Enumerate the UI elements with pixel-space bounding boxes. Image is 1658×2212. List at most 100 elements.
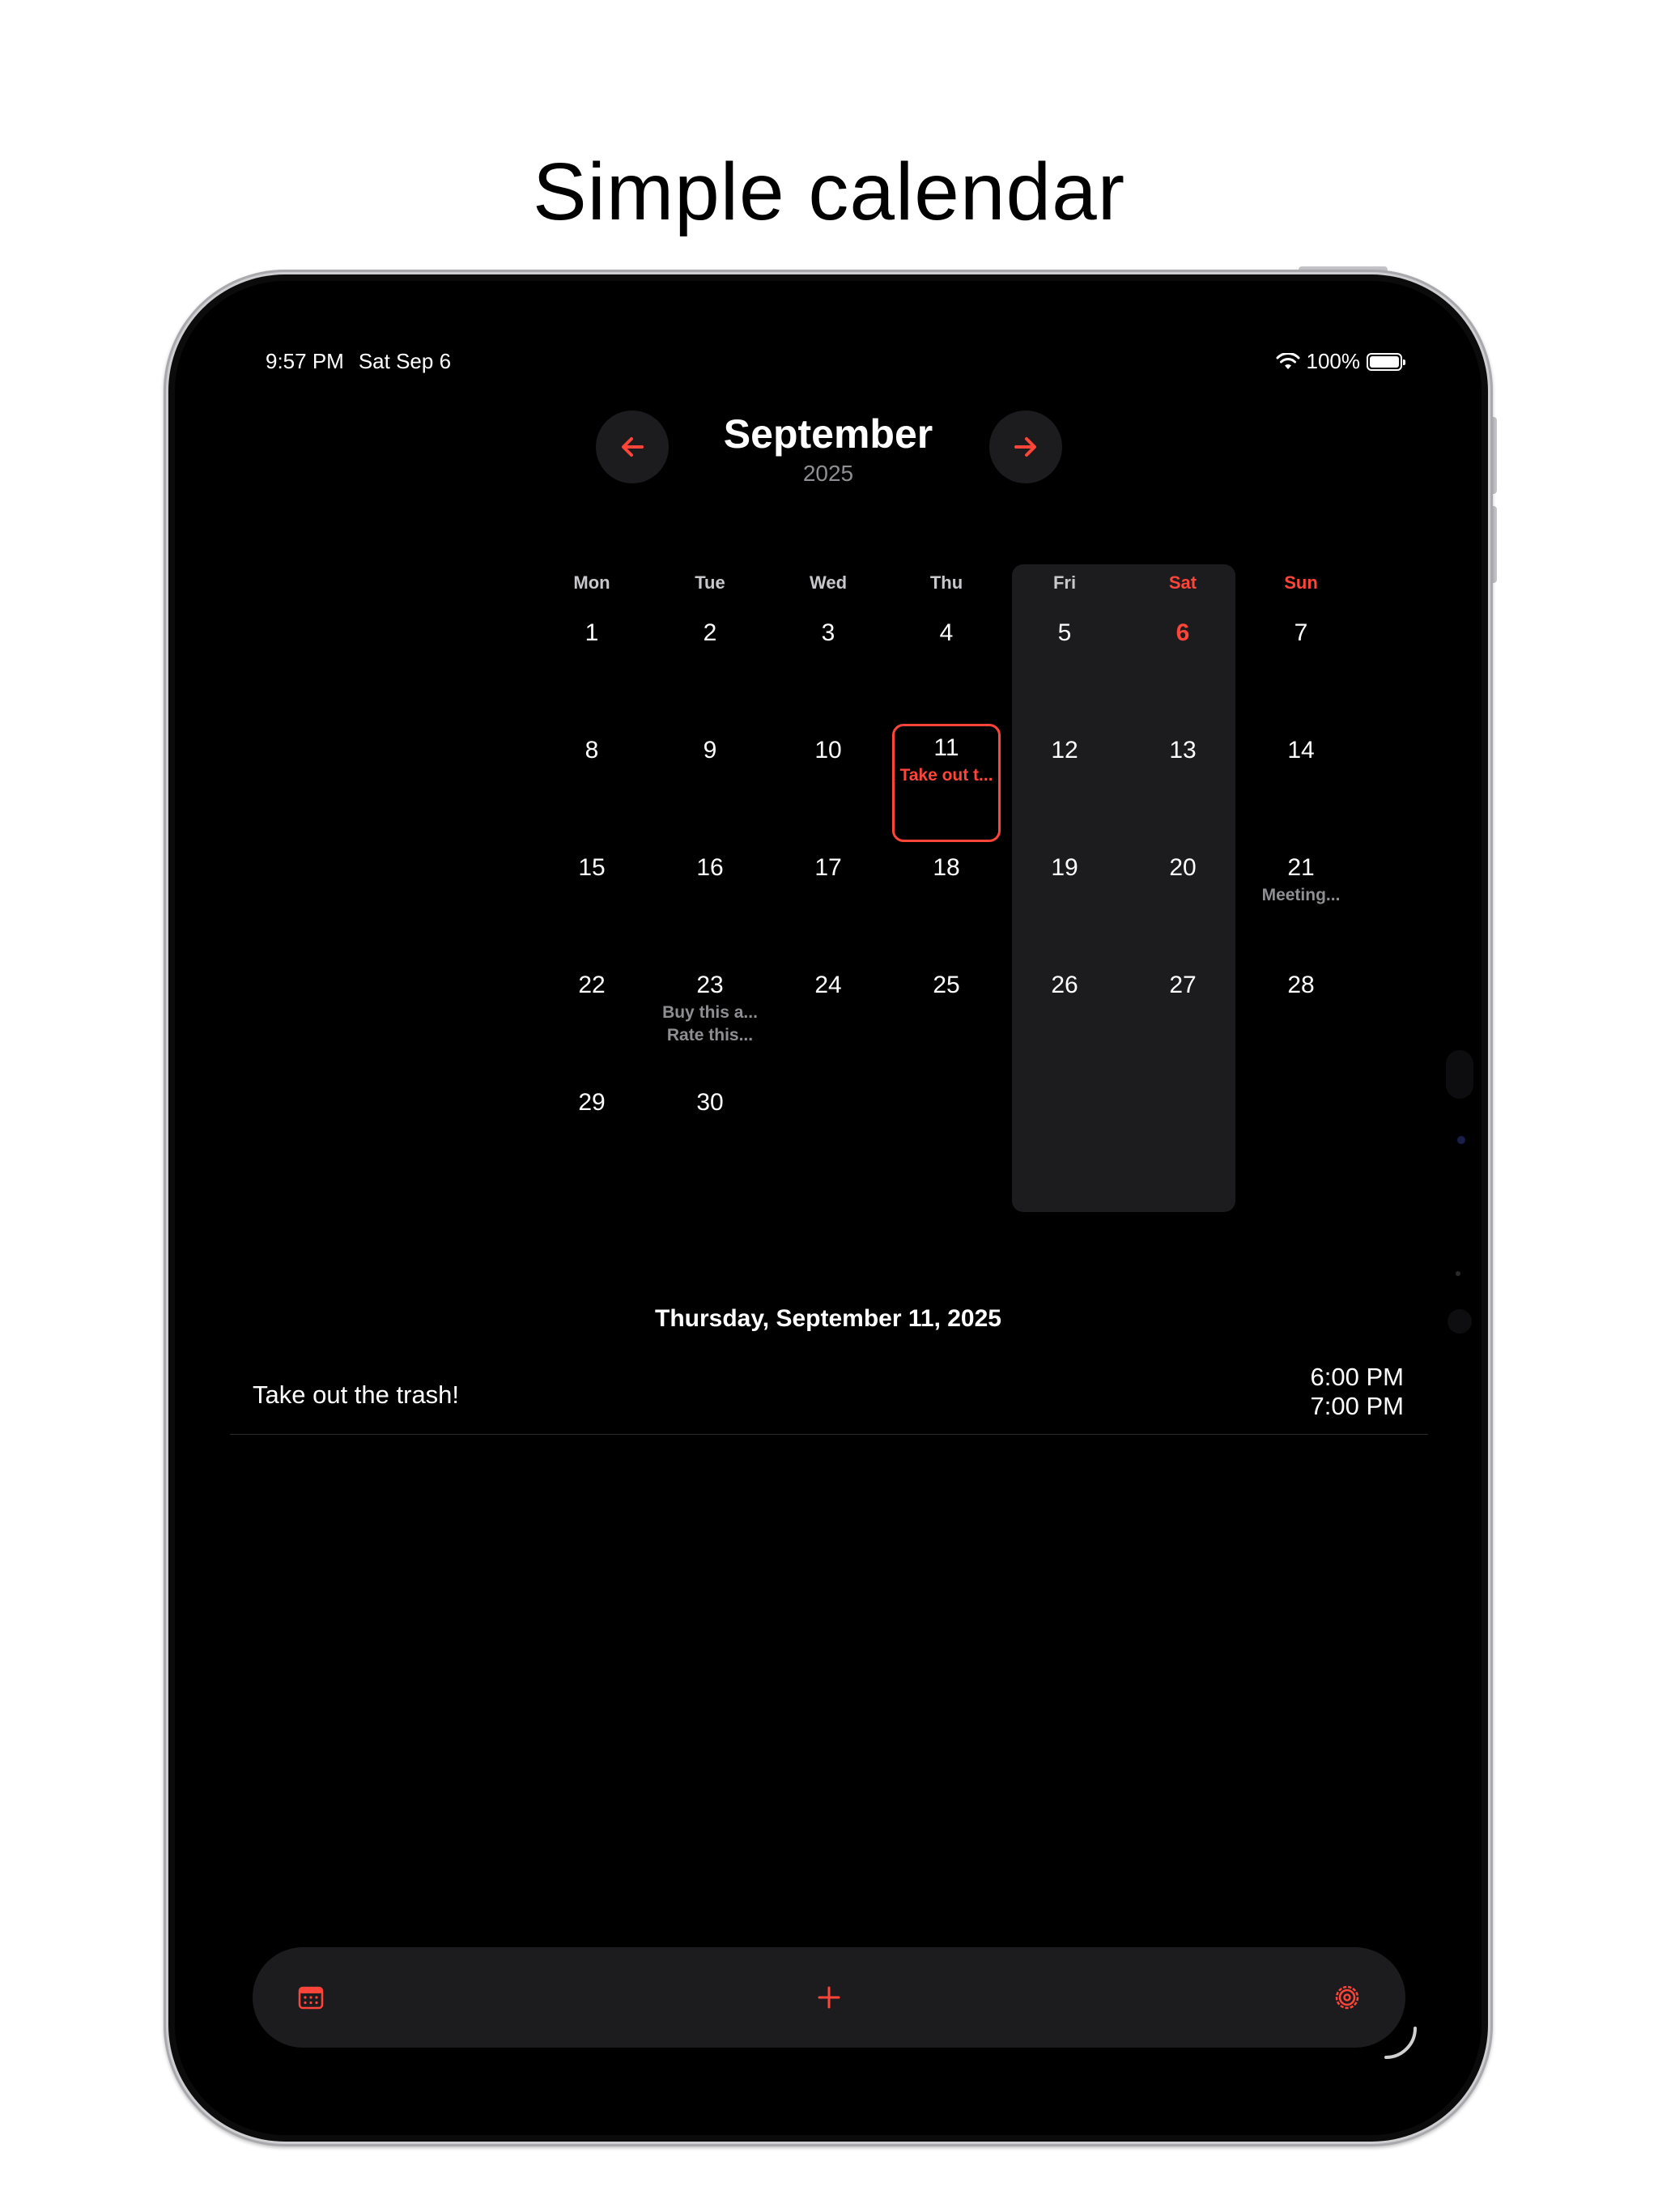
day-number: 23 — [696, 972, 724, 998]
event-start-time: 6:00 PM — [1310, 1363, 1404, 1391]
day-cell-27[interactable]: 27 — [1124, 961, 1242, 1078]
day-cell-14[interactable]: 14 — [1242, 726, 1360, 844]
day-cell-11[interactable]: 11 Take out t... — [892, 724, 1001, 842]
corner-gesture-indicator — [1384, 2027, 1417, 2059]
arrow-right-icon — [1014, 437, 1036, 457]
day-cell-21[interactable]: 21 Meeting... — [1242, 844, 1360, 961]
month-title: September — [723, 411, 933, 457]
day-cell-16[interactable]: 16 — [651, 844, 769, 961]
side-indicator-dot — [1457, 1136, 1465, 1144]
plus-icon — [818, 1986, 840, 2009]
side-indicator-circle — [1448, 1309, 1472, 1334]
day-number: 19 — [1051, 854, 1078, 881]
calendar-icon — [298, 1986, 324, 2010]
weekday-label-tue: Tue — [695, 572, 725, 593]
wifi-icon — [1276, 352, 1299, 369]
day-cell-22[interactable]: 22 — [533, 961, 651, 1078]
promo-headline: Simple calendar — [532, 147, 1126, 237]
day-number: 3 — [821, 619, 835, 646]
day-number: 9 — [703, 737, 717, 764]
status-bar-right: 100% — [1276, 349, 1405, 374]
gear-icon — [1335, 1985, 1359, 2010]
app-screen: 9:57 PM Sat Sep 6 100% September 2025 Mon… — [175, 281, 1482, 2135]
day-cell-13[interactable]: 13 — [1124, 726, 1242, 844]
day-number: 15 — [578, 854, 606, 881]
day-cell-5[interactable]: 5 — [1005, 609, 1124, 726]
day-cell-28[interactable]: 28 — [1242, 961, 1360, 1078]
day-cell-15[interactable]: 15 — [533, 844, 651, 961]
day-event-preview: Meeting... — [1261, 886, 1341, 904]
settings-button[interactable] — [1315, 1965, 1380, 2030]
day-cell-24[interactable]: 24 — [769, 961, 887, 1078]
day-number: 29 — [578, 1089, 606, 1116]
next-month-button[interactable] — [989, 410, 1062, 483]
day-number: 7 — [1294, 619, 1308, 646]
day-cell-12[interactable]: 12 — [1005, 726, 1124, 844]
day-cell-8[interactable]: 8 — [533, 726, 651, 844]
weekday-label-mon: Mon — [573, 572, 610, 593]
day-cell-19[interactable]: 19 — [1005, 844, 1124, 961]
day-number: 4 — [939, 619, 954, 646]
battery-percent: 100% — [1306, 349, 1361, 373]
day-event-preview: Take out t... — [899, 766, 993, 785]
day-number: 5 — [1057, 619, 1072, 646]
day-event-preview: Buy this a... — [662, 1003, 758, 1022]
day-number: 11 — [933, 734, 959, 761]
day-number: 16 — [696, 854, 724, 881]
day-cell-17[interactable]: 17 — [769, 844, 887, 961]
weekday-label-sat: Sat — [1168, 572, 1197, 593]
day-number: 13 — [1169, 737, 1197, 764]
day-number: 22 — [578, 972, 606, 998]
side-indicator — [1446, 1050, 1473, 1099]
day-cell-10[interactable]: 10 — [769, 726, 887, 844]
day-number: 6 — [1175, 619, 1190, 646]
status-time: 9:57 PM — [266, 349, 344, 373]
day-number: 10 — [814, 737, 842, 764]
weekday-label-wed: Wed — [809, 572, 848, 593]
day-cell-26[interactable]: 26 — [1005, 961, 1124, 1078]
day-cell-2[interactable]: 2 — [651, 609, 769, 726]
day-number: 18 — [933, 854, 960, 881]
day-cell-23[interactable]: 23 Buy this a... Rate this... — [651, 961, 769, 1078]
event-list-item[interactable]: Take out the trash! 6:00 PM 7:00 PM — [230, 1350, 1428, 1435]
day-event-preview: Rate this... — [666, 1026, 754, 1044]
year-label: 2025 — [802, 461, 854, 486]
bottom-toolbar — [253, 1947, 1405, 2048]
day-cell-29[interactable]: 29 — [533, 1078, 651, 1196]
event-end-time: 7:00 PM — [1310, 1392, 1404, 1420]
status-bar-left: 9:57 PM Sat Sep 6 — [266, 349, 451, 374]
day-cell-1[interactable]: 1 — [533, 609, 651, 726]
day-number: 2 — [703, 619, 717, 646]
day-cell-4[interactable]: 4 — [887, 609, 1005, 726]
day-number: 21 — [1287, 854, 1315, 881]
day-number: 14 — [1287, 737, 1315, 764]
day-cell-25[interactable]: 25 — [887, 961, 1005, 1078]
day-cell-7[interactable]: 7 — [1242, 609, 1360, 726]
add-event-button[interactable] — [797, 1965, 861, 2030]
day-cell-20[interactable]: 20 — [1124, 844, 1242, 961]
day-cell-3[interactable]: 3 — [769, 609, 887, 726]
weekday-label-thu: Thu — [929, 572, 963, 593]
selected-date-title: Thursday, September 11, 2025 — [655, 1305, 1001, 1332]
day-number: 26 — [1051, 972, 1078, 998]
event-times: 6:00 PM 7:00 PM — [1311, 1363, 1404, 1421]
event-title: Take out the trash! — [253, 1380, 460, 1409]
day-number: 30 — [696, 1089, 724, 1116]
day-number: 27 — [1169, 972, 1197, 998]
day-number: 25 — [933, 972, 960, 998]
day-number: 8 — [585, 737, 599, 764]
day-number: 12 — [1051, 737, 1078, 764]
weekday-label-fri: Fri — [1052, 572, 1077, 593]
battery-icon — [1367, 352, 1405, 371]
weekday-label-sun: Sun — [1284, 572, 1318, 593]
day-cell-30[interactable]: 30 — [651, 1078, 769, 1196]
day-number: 28 — [1287, 972, 1315, 998]
day-cell-9[interactable]: 9 — [651, 726, 769, 844]
day-cell-6[interactable]: 6 — [1124, 609, 1242, 726]
day-number: 17 — [814, 854, 842, 881]
day-number: 1 — [585, 619, 599, 646]
day-number: 20 — [1169, 854, 1197, 881]
side-indicator-dot-small — [1456, 1271, 1460, 1276]
calendar-button[interactable] — [278, 1965, 343, 2030]
day-cell-18[interactable]: 18 — [887, 844, 1005, 961]
